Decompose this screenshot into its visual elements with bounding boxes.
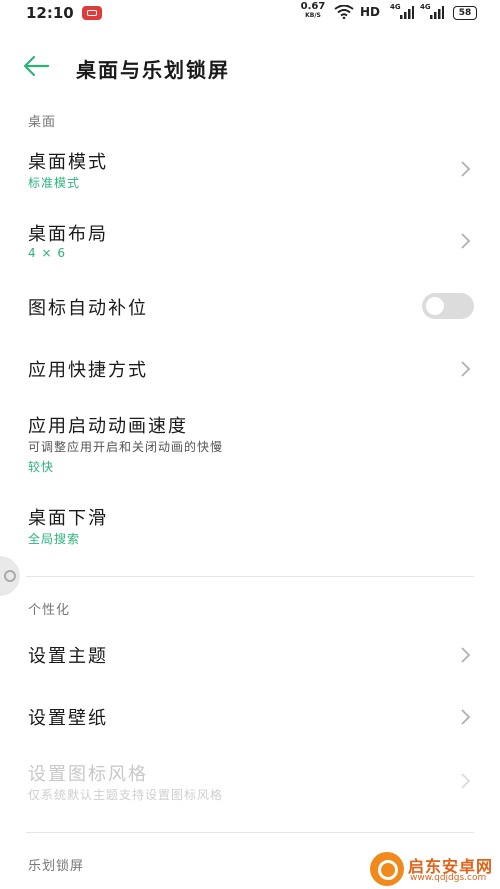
- setting-desktop-layout[interactable]: 桌面布局 4 × 6: [0, 210, 500, 272]
- setting-icon-style: 设置图标风格 仅系统默认主题支持设置图标风格: [0, 752, 500, 818]
- chevron-right-icon: [461, 161, 471, 177]
- app-bar: 桌面与乐划锁屏: [0, 40, 500, 92]
- setting-app-shortcuts[interactable]: 应用快捷方式: [0, 342, 500, 396]
- setting-auto-fill-icons[interactable]: 图标自动补位: [0, 280, 500, 334]
- hd-voice-indicator: HD: [360, 5, 381, 19]
- setting-value: 4 × 6: [28, 246, 66, 260]
- section-divider: [26, 576, 474, 577]
- auto-fill-toggle[interactable]: [422, 293, 474, 319]
- back-arrow-icon[interactable]: [22, 54, 50, 78]
- setting-title: 应用启动动画速度: [28, 416, 188, 437]
- setting-subtitle: 仅系统默认主题支持设置图标风格: [28, 788, 224, 802]
- setting-app-anim-speed[interactable]: 应用启动动画速度 可调整应用开启和关闭动画的快慢 较快: [0, 402, 500, 484]
- section-header-desktop: 桌面: [28, 115, 57, 130]
- watermark-logo-icon: [370, 852, 404, 886]
- setting-title: 设置壁纸: [28, 708, 108, 729]
- chevron-right-icon: [461, 361, 471, 377]
- setting-subtitle: 可调整应用开启和关闭动画的快慢: [28, 440, 224, 454]
- wifi-icon: [334, 5, 354, 19]
- chevron-right-icon: [461, 647, 471, 663]
- chevron-right-icon: [461, 773, 471, 789]
- setting-desktop-mode[interactable]: 桌面模式 标准模式: [0, 138, 500, 200]
- setting-title: 设置图标风格: [28, 764, 148, 785]
- setting-theme[interactable]: 设置主题: [0, 628, 500, 682]
- chevron-right-icon: [461, 233, 471, 249]
- signal-sim2: 4G: [420, 3, 444, 24]
- setting-title: 设置主题: [28, 646, 108, 667]
- setting-swipe-down[interactable]: 桌面下滑 全局搜索: [0, 494, 500, 556]
- chevron-right-icon: [461, 709, 471, 725]
- screen-record-icon: [82, 6, 102, 20]
- setting-title: 桌面模式: [28, 152, 108, 173]
- signal-sim1: 4G: [390, 3, 414, 24]
- setting-value: 标准模式: [28, 176, 81, 190]
- setting-value: 较快: [28, 460, 55, 474]
- status-bar: 12:10 0.67 KB/S HD 4G 4G 58: [0, 0, 500, 28]
- setting-title: 图标自动补位: [28, 298, 148, 319]
- toggle-knob: [426, 297, 444, 315]
- section-header-lockscreen: 乐划锁屏: [28, 859, 85, 874]
- section-header-personalization: 个性化: [28, 603, 71, 618]
- status-time: 12:10: [26, 4, 74, 22]
- setting-title: 桌面布局: [28, 224, 108, 245]
- section-divider: [26, 832, 474, 833]
- battery-indicator: 58: [453, 6, 477, 20]
- site-watermark: 启东安卓网 www.qdjdgs.com: [370, 852, 496, 886]
- network-speed: 0.67 KB/S: [300, 1, 326, 20]
- floating-assistant-button[interactable]: [0, 556, 20, 596]
- watermark-url: www.qdjdgs.com: [410, 873, 487, 883]
- setting-title: 桌面下滑: [28, 508, 108, 529]
- page-title: 桌面与乐划锁屏: [76, 58, 230, 82]
- setting-wallpaper[interactable]: 设置壁纸: [0, 690, 500, 744]
- setting-title: 应用快捷方式: [28, 360, 148, 381]
- setting-value: 全局搜索: [28, 532, 81, 546]
